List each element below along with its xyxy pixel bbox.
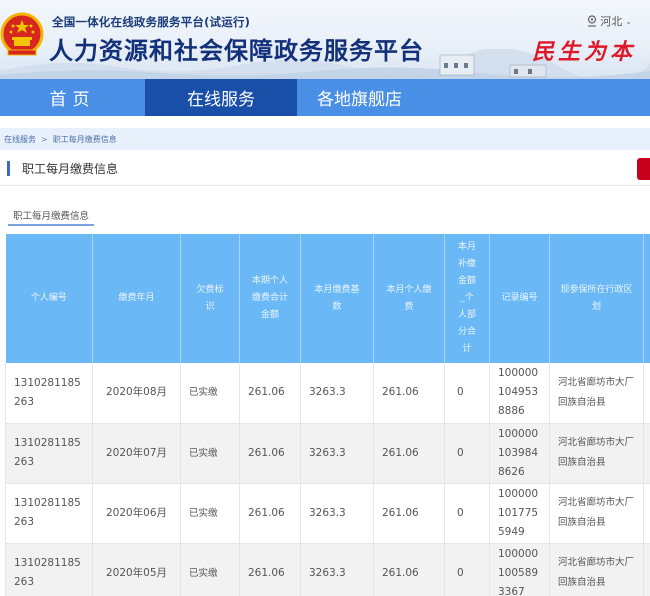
cell-extra xyxy=(643,363,650,424)
nav-item-online-services[interactable]: 在线服务 xyxy=(145,79,297,116)
breadcrumb-item-online-services[interactable]: 在线服务 xyxy=(4,134,36,145)
region-selector[interactable]: 河北 ⌄ xyxy=(587,13,632,29)
table-header-row: 个人编号 缴费年月 欠费标识 本期个人缴费合计金额 本月缴费基数 本月个人缴费 … xyxy=(5,234,650,363)
cell-record-id: 1000001039848626 xyxy=(489,423,550,484)
slogan: 民生为本 xyxy=(531,39,636,65)
nav-item-local-stores[interactable]: 各地旗舰店 xyxy=(297,79,422,116)
cell-personal-pay: 261.06 xyxy=(373,543,445,596)
column-header: 个人编号 xyxy=(5,234,93,363)
platform-title[interactable]: 人力资源和社会保障政务服务平台 xyxy=(49,31,424,66)
cell-pay-month: 2020年05月 xyxy=(92,543,181,596)
table-row: 1310281185263 2020年05月 已实缴 261.06 3263.3… xyxy=(5,543,650,596)
cell-base: 3263.3 xyxy=(300,363,374,424)
cell-arrears-flag: 已实缴 xyxy=(180,483,240,544)
column-header: 现参保所在行政区划 xyxy=(549,234,644,363)
cell-extra xyxy=(643,423,650,484)
national-emblem-icon xyxy=(0,10,44,64)
column-header: 记录编号 xyxy=(489,234,550,363)
table-row: 1310281185263 2020年07月 已实缴 261.06 3263.3… xyxy=(5,423,650,484)
cell-personal-id: 1310281185263 xyxy=(5,483,93,544)
cell-personal-pay: 261.06 xyxy=(373,483,445,544)
cell-base: 3263.3 xyxy=(300,483,374,544)
cell-total-amount: 261.06 xyxy=(239,543,301,596)
cell-arrears-flag: 已实缴 xyxy=(180,543,240,596)
cell-record-id: 1000001005893367 xyxy=(489,543,550,596)
column-header: 本期个人缴费合计金额 xyxy=(239,234,301,363)
cell-personal-pay: 261.06 xyxy=(373,423,445,484)
column-header: 本月个人缴费 xyxy=(373,234,445,363)
cell-pay-month: 2020年06月 xyxy=(92,483,181,544)
cell-record-id: 1000001049538886 xyxy=(489,363,550,424)
cell-arrears-flag: 已实缴 xyxy=(180,423,240,484)
cell-arrears-flag: 已实缴 xyxy=(180,363,240,424)
column-header: 缴费年月 xyxy=(92,234,181,363)
platform-subtitle: 全国一体化在线政务服务平台(试运行) xyxy=(52,15,251,29)
table-row: 1310281185263 2020年06月 已实缴 261.06 3263.3… xyxy=(5,483,650,544)
column-header xyxy=(643,234,650,363)
location-pin-icon xyxy=(588,15,597,27)
payment-table-container: 个人编号 缴费年月 欠费标识 本期个人缴费合计金额 本月缴费基数 本月个人缴费 … xyxy=(5,234,650,596)
cell-pay-month: 2020年08月 xyxy=(92,363,181,424)
action-button[interactable] xyxy=(637,158,650,180)
tab-monthly-payment-info[interactable]: 职工每月缴费信息 xyxy=(8,206,94,226)
cell-personal-pay: 261.06 xyxy=(373,363,445,424)
column-header: 欠费标识 xyxy=(180,234,240,363)
cell-supplementary: 0 xyxy=(444,483,490,544)
cell-supplementary: 0 xyxy=(444,423,490,484)
breadcrumb-item-current: 职工每月缴费信息 xyxy=(52,134,117,144)
site-header: 全国一体化在线政务服务平台(试运行) 人力资源和社会保障政务服务平台 河北 ⌄ … xyxy=(0,0,650,79)
cell-region: 河北省廊坊市大厂回族自治县 xyxy=(549,543,644,596)
region-name: 河北 xyxy=(600,15,623,28)
cell-extra xyxy=(643,543,650,596)
cell-region: 河北省廊坊市大厂回族自治县 xyxy=(549,363,644,424)
cell-region: 河北省廊坊市大厂回族自治县 xyxy=(549,423,644,484)
main-nav: 首页 在线服务 各地旗舰店 xyxy=(0,79,650,116)
nav-item-home[interactable]: 首页 xyxy=(0,79,145,116)
section-title: 职工每月缴费信息 xyxy=(22,162,119,176)
cell-base: 3263.3 xyxy=(300,423,374,484)
cell-record-id: 1000001017755949 xyxy=(489,483,550,544)
cell-total-amount: 261.06 xyxy=(239,483,301,544)
cell-region: 河北省廊坊市大厂回族自治县 xyxy=(549,483,644,544)
cell-total-amount: 261.06 xyxy=(239,363,301,424)
cell-supplementary: 0 xyxy=(444,543,490,596)
cell-base: 3263.3 xyxy=(300,543,374,596)
breadcrumb: 在线服务 > 职工每月缴费信息 xyxy=(0,128,650,150)
payment-table: 个人编号 缴费年月 欠费标识 本期个人缴费合计金额 本月缴费基数 本月个人缴费 … xyxy=(5,234,650,596)
cell-pay-month: 2020年07月 xyxy=(92,423,181,484)
cell-personal-id: 1310281185263 xyxy=(5,543,93,596)
cell-extra xyxy=(643,483,650,544)
section-accent-bar xyxy=(7,161,10,176)
cell-personal-id: 1310281185263 xyxy=(5,363,93,424)
cell-total-amount: 261.06 xyxy=(239,423,301,484)
table-row: 1310281185263 2020年08月 已实缴 261.06 3263.3… xyxy=(5,363,650,424)
breadcrumb-separator: > xyxy=(41,134,48,144)
column-header: 本月缴费基数 xyxy=(300,234,374,363)
cell-personal-id: 1310281185263 xyxy=(5,423,93,484)
column-header: 本月补缴金额_个人部分合计 xyxy=(444,234,490,363)
section-header: 职工每月缴费信息 xyxy=(0,152,650,186)
cell-supplementary: 0 xyxy=(444,363,490,424)
chevron-down-icon: ⌄ xyxy=(625,16,632,26)
